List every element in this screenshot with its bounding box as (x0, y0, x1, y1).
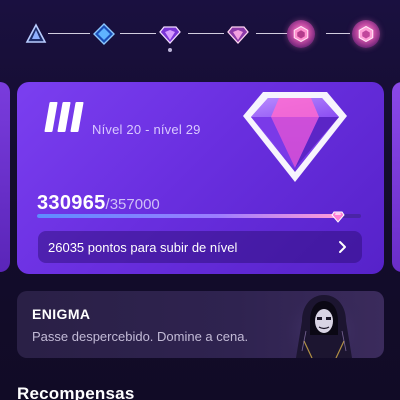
points-counter: 330965/357000 (37, 192, 160, 215)
next-level-button[interactable]: 26035 pontos para subir de nível (38, 231, 362, 263)
next-level-card[interactable] (392, 82, 400, 272)
tier-5-emblem-icon[interactable] (287, 20, 315, 48)
tier-1-triangle-icon[interactable] (24, 22, 48, 46)
stepper-connector (120, 33, 156, 34)
chevron-right-icon (339, 241, 346, 253)
level-progress-fill (37, 214, 338, 218)
stepper-connector (256, 33, 288, 34)
level-progress-bar (37, 211, 361, 223)
tier-6-emblem-icon[interactable] (352, 20, 380, 48)
current-tier-indicator (168, 48, 172, 52)
level-screen: Nível 20 - nível 29 330965/357000 26035 … (0, 0, 400, 400)
title-description: Passe despercebido. Domine a cena. (32, 329, 249, 344)
stepper-connector (188, 33, 224, 34)
title-name: ENIGMA (32, 306, 91, 322)
level-range-label: Nível 20 - nível 29 (92, 122, 201, 137)
tier-4-gem-icon[interactable] (226, 22, 250, 46)
progress-gem-marker-icon (331, 211, 345, 223)
stepper-connector (326, 33, 350, 34)
title-card-enigma[interactable]: ENIGMA Passe despercebido. Domine a cena… (17, 291, 384, 358)
tier-2-diamond-icon[interactable] (92, 22, 116, 46)
level-card: Nível 20 - nível 29 330965/357000 26035 … (17, 82, 384, 274)
points-current: 330965 (37, 192, 106, 214)
hooded-figure-illustration (286, 291, 362, 358)
previous-level-card[interactable] (0, 82, 10, 272)
diamond-gem-icon (243, 92, 347, 182)
rewards-heading: Recompensas (17, 384, 135, 400)
next-level-points-text: 26035 pontos para subir de nível (48, 240, 238, 255)
level-roman-numeral (43, 102, 85, 140)
tier-stepper (22, 18, 380, 52)
points-total: 357000 (109, 196, 160, 213)
stepper-connector (48, 33, 90, 34)
tier-3-gem-icon[interactable] (158, 22, 182, 46)
